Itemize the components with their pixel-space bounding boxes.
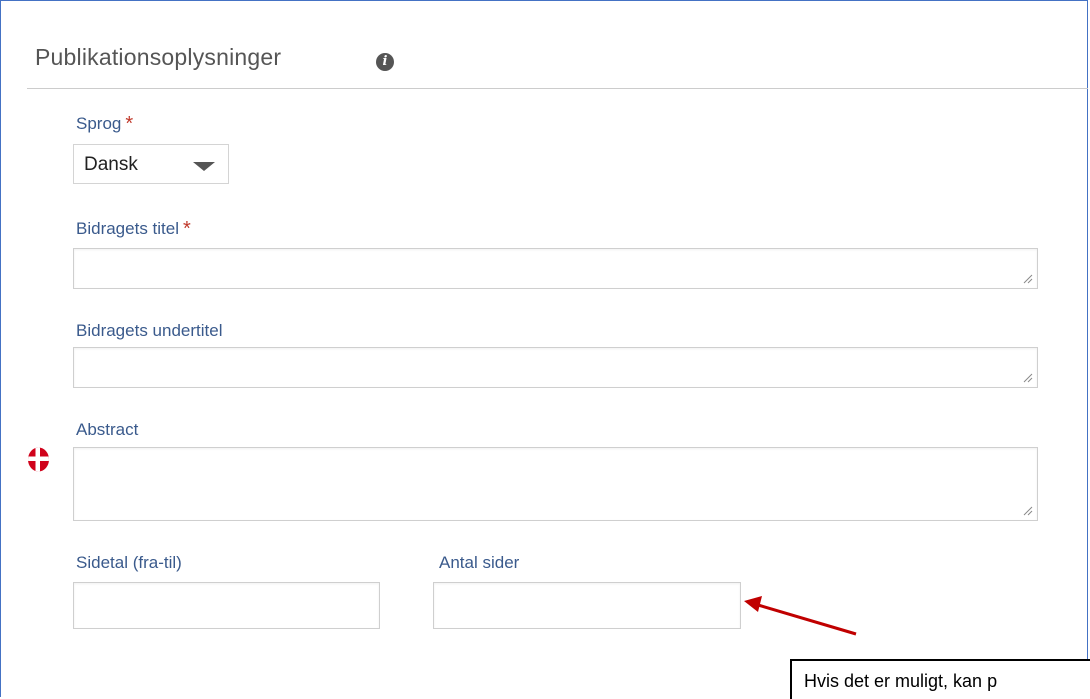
annotation-callout: Hvis det er muligt, kan p xyxy=(790,659,1090,699)
annotation-callout-text: Hvis det er muligt, kan p xyxy=(804,671,998,691)
annotation-arrow xyxy=(744,596,857,636)
